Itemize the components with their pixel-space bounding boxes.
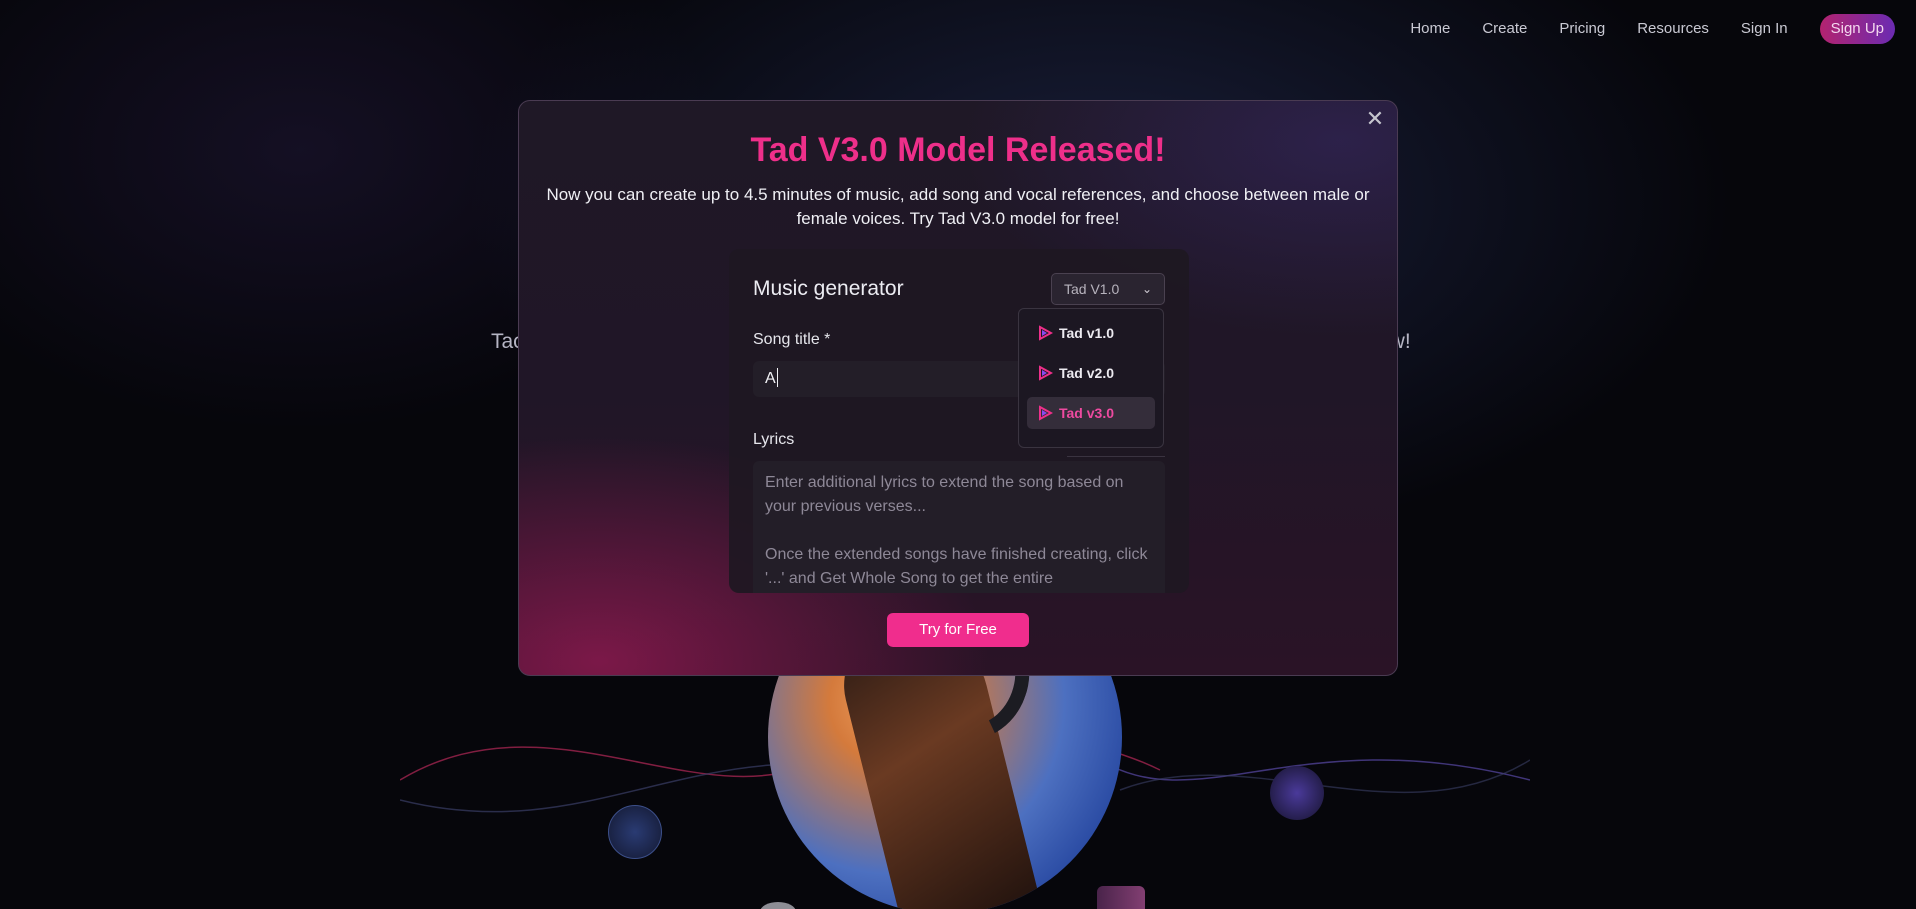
- modal-title: Tad V3.0 Model Released!: [750, 131, 1166, 169]
- try-for-free-button[interactable]: Try for Free: [887, 613, 1029, 647]
- model-option-v2[interactable]: Tad v2.0: [1027, 357, 1155, 389]
- model-dropdown: Tad v1.0 Tad v2.0 Tad v3.0: [1018, 308, 1164, 448]
- model-option-label: Tad v3.0: [1059, 405, 1114, 421]
- nav-create[interactable]: Create: [1482, 14, 1527, 44]
- play-logo-icon: [1039, 325, 1053, 341]
- sign-up-button[interactable]: Sign Up: [1819, 14, 1895, 44]
- play-logo-icon: [1039, 405, 1053, 421]
- model-select-value: Tad V1.0: [1064, 281, 1120, 297]
- close-icon[interactable]: ✕: [1364, 108, 1386, 130]
- top-nav: Home Create Pricing Resources Sign In Si…: [1378, 14, 1895, 44]
- release-modal: ✕ Tad V3.0 Model Released! Now you can c…: [518, 100, 1398, 676]
- lyrics-label: Lyrics: [753, 431, 795, 448]
- lyrics-textarea[interactable]: Enter additional lyrics to extend the so…: [753, 461, 1165, 593]
- waveform-bubble-icon: [608, 805, 662, 859]
- text-caret: [776, 368, 778, 387]
- song-title-value: A: [765, 370, 776, 387]
- model-option-label: Tad v1.0: [1059, 325, 1114, 341]
- card-title: Music generator: [753, 277, 904, 300]
- equalizer-bubble-icon: [1097, 886, 1145, 909]
- model-select[interactable]: Tad V1.0 ⌄: [1051, 273, 1165, 305]
- model-option-v3[interactable]: Tad v3.0: [1027, 397, 1155, 429]
- lyrics-placeholder-1: Enter additional lyrics to extend the so…: [765, 474, 1124, 515]
- play-logo-icon: [1039, 365, 1053, 381]
- model-option-label: Tad v2.0: [1059, 365, 1114, 381]
- song-title-label: Song title *: [753, 331, 831, 348]
- fingerprint-bubble-icon: [1270, 766, 1324, 820]
- model-option-v1[interactable]: Tad v1.0: [1027, 317, 1155, 349]
- nav-resources[interactable]: Resources: [1637, 14, 1709, 44]
- chevron-down-icon: ⌄: [1141, 282, 1152, 296]
- nav-sign-in[interactable]: Sign In: [1741, 14, 1788, 44]
- nav-home[interactable]: Home: [1410, 14, 1450, 44]
- modal-description: Now you can create up to 4.5 minutes of …: [546, 185, 1370, 228]
- nav-pricing[interactable]: Pricing: [1559, 14, 1605, 44]
- lyrics-placeholder-2: Once the extended songs have finished cr…: [765, 546, 1148, 587]
